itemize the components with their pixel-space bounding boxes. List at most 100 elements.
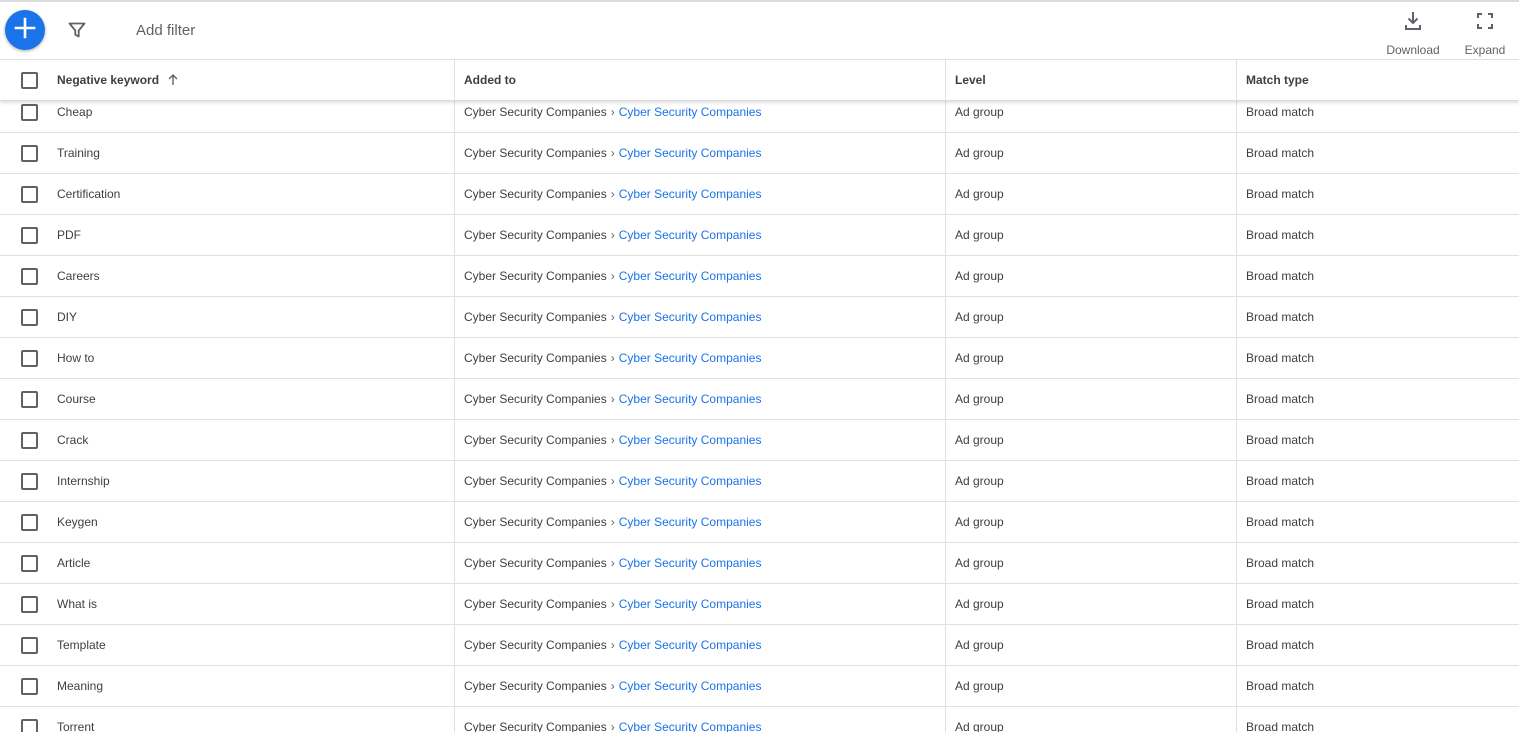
added-to-cell: Cyber Security Companies › Cyber Security …	[455, 707, 946, 732]
added-to-cell: Cyber Security Companies › Cyber Security …	[455, 666, 946, 706]
added-to-cell: Cyber Security Companies › Cyber Security …	[455, 338, 946, 378]
breadcrumb-separator: ›	[610, 392, 615, 406]
match-type-cell: Broad match	[1246, 433, 1315, 447]
keyword-cell: Course	[48, 379, 455, 419]
row-checkbox[interactable]	[20, 349, 38, 367]
ad-group-link[interactable]: Cyber Security Companies	[619, 638, 762, 652]
table-row: Meaning Cyber Security Companies › Cyber S…	[0, 666, 1519, 707]
ad-group-link[interactable]: Cyber Security Companies	[619, 310, 762, 324]
add-filter-button[interactable]: Add filter	[136, 22, 195, 39]
row-checkbox-cell	[0, 707, 48, 732]
row-checkbox[interactable]	[20, 144, 38, 162]
breadcrumb-separator: ›	[610, 720, 615, 732]
table-row: Crack Cyber Security Companies › Cyber Sec…	[0, 420, 1519, 461]
campaign-name: Cyber Security Companies	[464, 105, 607, 119]
match-type-cell: Broad match	[1246, 474, 1315, 488]
row-checkbox[interactable]	[20, 636, 38, 654]
keyword-cell: Training	[48, 133, 455, 173]
expand-button[interactable]: Expand	[1458, 10, 1512, 57]
level-cell: Ad group	[946, 707, 1237, 732]
match-type-cell: Broad match	[1246, 679, 1315, 693]
match-type-cell: Broad match	[1246, 187, 1315, 201]
row-checkbox[interactable]	[20, 554, 38, 572]
table-row: Article Cyber Security Companies › Cyber S…	[0, 543, 1519, 584]
campaign-name: Cyber Security Companies	[464, 433, 607, 447]
ad-group-link[interactable]: Cyber Security Companies	[619, 269, 762, 283]
level-cell: Ad group	[946, 174, 1237, 214]
keyword-cell: Certification	[48, 174, 455, 214]
row-checkbox[interactable]	[20, 431, 38, 449]
table-row: Template Cyber Security Companies › Cyber …	[0, 625, 1519, 666]
column-header-negative-keyword[interactable]: Negative keyword	[48, 60, 455, 100]
column-header-match-type[interactable]: Match type	[1237, 60, 1519, 100]
select-all-checkbox[interactable]	[20, 71, 38, 89]
ad-group-link[interactable]: Cyber Security Companies	[619, 105, 762, 119]
add-button[interactable]	[5, 10, 45, 50]
added-to-cell: Cyber Security Companies › Cyber Security …	[455, 174, 946, 214]
column-header-level[interactable]: Level	[946, 60, 1237, 100]
row-checkbox[interactable]	[20, 390, 38, 408]
table-row: Torrent Cyber Security Companies › Cyber S…	[0, 707, 1519, 732]
breadcrumb-separator: ›	[610, 146, 615, 160]
ad-group-link[interactable]: Cyber Security Companies	[619, 474, 762, 488]
row-checkbox-cell	[0, 502, 48, 542]
ad-group-link[interactable]: Cyber Security Companies	[619, 392, 762, 406]
ad-group-link[interactable]: Cyber Security Companies	[619, 720, 762, 732]
breadcrumb-separator: ›	[610, 474, 615, 488]
match-type-cell: Broad match	[1246, 228, 1315, 242]
keyword-cell: DIY	[48, 297, 455, 337]
breadcrumb-separator: ›	[610, 105, 615, 119]
row-checkbox[interactable]	[20, 103, 38, 121]
row-checkbox[interactable]	[20, 308, 38, 326]
match-type-cell: Broad match	[1246, 515, 1315, 529]
row-checkbox[interactable]	[20, 185, 38, 203]
sort-ascending-icon[interactable]	[166, 73, 180, 87]
ad-group-link[interactable]: Cyber Security Companies	[619, 556, 762, 570]
ad-group-link[interactable]: Cyber Security Companies	[619, 515, 762, 529]
row-checkbox[interactable]	[20, 677, 38, 695]
fullscreen-icon	[1475, 10, 1495, 37]
keyword-cell: Careers	[48, 256, 455, 296]
header-checkbox-cell	[0, 60, 48, 100]
plus-icon	[14, 17, 36, 44]
row-checkbox[interactable]	[20, 267, 38, 285]
campaign-name: Cyber Security Companies	[464, 556, 607, 570]
row-checkbox-cell	[0, 666, 48, 706]
ad-group-link[interactable]: Cyber Security Companies	[619, 433, 762, 447]
keyword-cell: PDF	[48, 215, 455, 255]
row-checkbox[interactable]	[20, 718, 38, 732]
level-cell: Ad group	[946, 256, 1237, 296]
added-to-cell: Cyber Security Companies › Cyber Security …	[455, 584, 946, 624]
table-row: What is Cyber Security Companies › Cyber S…	[0, 584, 1519, 625]
download-button[interactable]: Download	[1382, 10, 1444, 57]
row-checkbox[interactable]	[20, 472, 38, 490]
campaign-name: Cyber Security Companies	[464, 515, 607, 529]
row-checkbox[interactable]	[20, 513, 38, 531]
added-to-cell: Cyber Security Companies › Cyber Security …	[455, 625, 946, 665]
ad-group-link[interactable]: Cyber Security Companies	[619, 146, 762, 160]
ad-group-link[interactable]: Cyber Security Companies	[619, 351, 762, 365]
ad-group-link[interactable]: Cyber Security Companies	[619, 679, 762, 693]
level-cell: Ad group	[946, 502, 1237, 542]
column-header-added-to[interactable]: Added to	[455, 60, 946, 100]
ad-group-link[interactable]: Cyber Security Companies	[619, 187, 762, 201]
level-cell: Ad group	[946, 584, 1237, 624]
breadcrumb-separator: ›	[610, 638, 615, 652]
keyword-cell: Template	[48, 625, 455, 665]
match-type-cell: Broad match	[1246, 638, 1315, 652]
campaign-name: Cyber Security Companies	[464, 720, 607, 732]
row-checkbox[interactable]	[20, 226, 38, 244]
campaign-name: Cyber Security Companies	[464, 638, 607, 652]
ad-group-link[interactable]: Cyber Security Companies	[619, 228, 762, 242]
campaign-name: Cyber Security Companies	[464, 597, 607, 611]
match-type-cell: Broad match	[1246, 269, 1315, 283]
keyword-cell: Crack	[48, 420, 455, 460]
column-label: Level	[955, 73, 986, 87]
filter-button[interactable]	[64, 19, 90, 45]
campaign-name: Cyber Security Companies	[464, 679, 607, 693]
keyword-cell: What is	[48, 584, 455, 624]
level-cell: Ad group	[946, 297, 1237, 337]
row-checkbox[interactable]	[20, 595, 38, 613]
ad-group-link[interactable]: Cyber Security Companies	[619, 597, 762, 611]
match-type-cell: Broad match	[1246, 720, 1315, 732]
